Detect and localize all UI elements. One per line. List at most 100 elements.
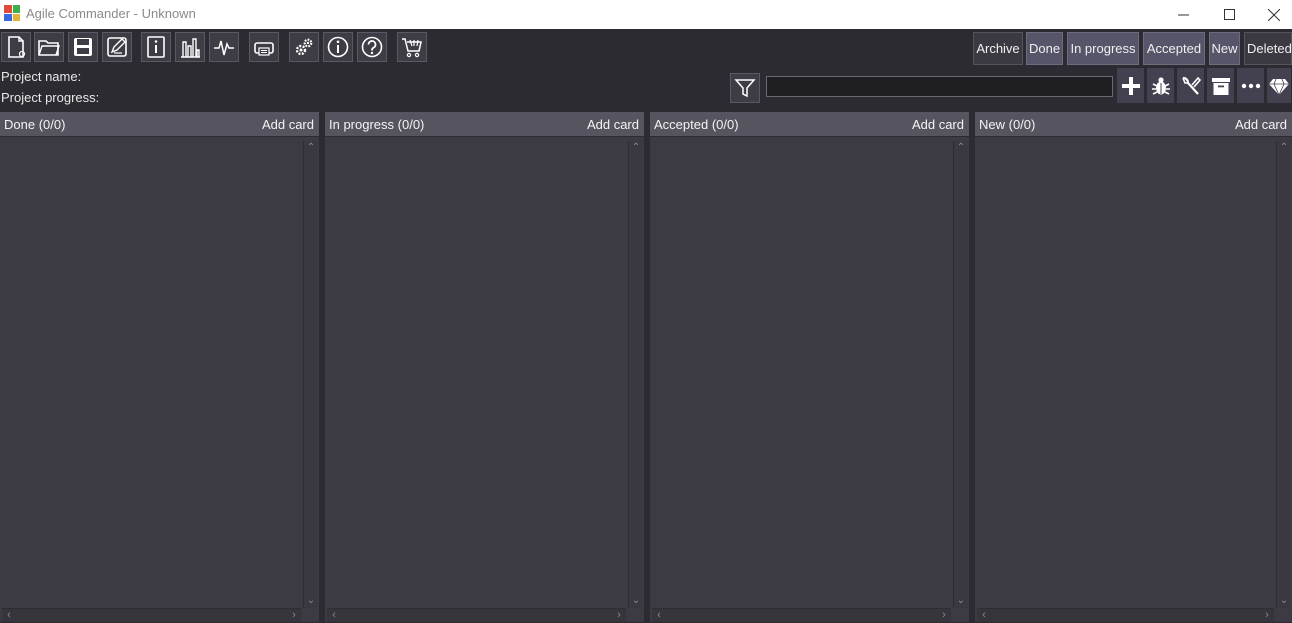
add-maintenance-button[interactable] (1176, 67, 1205, 104)
vertical-scrollbar[interactable]: ⌃ ⌄ (953, 141, 967, 608)
new-file-button[interactable] (1, 32, 31, 62)
filter-archive-button[interactable]: Archive (973, 32, 1023, 65)
column-header: Accepted (0/0) Add card (650, 112, 969, 136)
add-card-button[interactable]: Add card (1235, 117, 1287, 132)
filter-deleted-button[interactable]: Deleted (1244, 32, 1292, 65)
tools-icon (1181, 76, 1201, 95)
scroll-left-icon[interactable]: ‹ (327, 609, 341, 623)
add-card-button[interactable]: Add card (587, 117, 639, 132)
shop-cart-icon (402, 38, 422, 58)
vertical-scrollbar[interactable]: ⌃ ⌄ (628, 141, 642, 608)
vertical-scrollbar[interactable]: ⌃ ⌄ (303, 141, 317, 608)
add-card-button[interactable]: Add card (262, 117, 314, 132)
settings-button[interactable] (289, 32, 319, 62)
save-button[interactable] (68, 32, 98, 62)
scroll-left-icon[interactable]: ‹ (977, 609, 991, 623)
scroll-down-icon[interactable]: ⌄ (954, 594, 968, 608)
diamond-icon (1269, 78, 1289, 96)
scroll-right-icon[interactable]: › (937, 609, 951, 623)
column-header: Done (0/0) Add card (0, 112, 319, 136)
edit-icon (107, 37, 127, 57)
column-title: In progress (0/0) (329, 117, 425, 132)
open-file-button[interactable] (34, 32, 64, 62)
help-button[interactable] (357, 32, 387, 62)
vertical-scrollbar[interactable]: ⌃ ⌄ (1276, 141, 1290, 608)
scroll-down-icon[interactable]: ⌄ (1277, 594, 1291, 608)
board-column-accepted: Accepted (0/0) Add card ⌃ ⌄ ‹ › (650, 112, 969, 622)
statistics-button[interactable] (175, 32, 205, 62)
activity-button[interactable] (209, 32, 239, 62)
column-title: Accepted (0/0) (654, 117, 739, 132)
column-header: New (0/0) Add card (975, 112, 1292, 136)
plus-icon (1121, 76, 1140, 95)
minimize-button[interactable] (1160, 0, 1206, 29)
column-card-list[interactable]: ⌃ ⌄ ‹ › (0, 136, 319, 622)
about-button[interactable] (323, 32, 353, 62)
scroll-up-icon[interactable]: ⌃ (954, 141, 968, 155)
new-file-icon (8, 36, 26, 58)
column-header: In progress (0/0) Add card (325, 112, 644, 136)
open-folder-icon (38, 40, 60, 56)
close-button[interactable] (1251, 0, 1292, 29)
column-title: Done (0/0) (4, 117, 66, 132)
add-other-button[interactable] (1236, 67, 1265, 104)
title-bar: Agile Commander - Unknown (0, 0, 1292, 29)
more-icon (1241, 83, 1260, 88)
filter-button[interactable] (730, 73, 760, 103)
funnel-icon (734, 79, 756, 98)
info-page-icon (147, 36, 165, 58)
app-logo-icon (4, 5, 20, 21)
project-progress-label: Project progress: (1, 90, 100, 105)
board-column-in-progress: In progress (0/0) Add card ⌃ ⌄ ‹ › (325, 112, 644, 622)
scroll-right-icon[interactable]: › (287, 609, 301, 623)
close-icon (1268, 8, 1280, 21)
scroll-up-icon[interactable]: ⌃ (304, 141, 318, 155)
bar-chart-icon (181, 38, 200, 58)
toolbar: Project name: Project progress: Archive … (0, 29, 1292, 112)
horizontal-scrollbar[interactable]: ‹ › (327, 608, 626, 622)
shop-button[interactable] (397, 32, 427, 62)
project-name-label: Project name: (1, 69, 82, 84)
scroll-right-icon[interactable]: › (1260, 609, 1274, 623)
help-icon (361, 36, 383, 58)
scroll-left-icon[interactable]: ‹ (652, 609, 666, 623)
maximize-button[interactable] (1206, 0, 1252, 29)
archive-box-icon (1211, 77, 1230, 95)
add-premium-button[interactable] (1266, 67, 1292, 104)
add-card-button[interactable]: Add card (912, 117, 964, 132)
scroll-right-icon[interactable]: › (612, 609, 626, 623)
filter-new-button[interactable]: New (1209, 32, 1240, 65)
horizontal-scrollbar[interactable]: ‹ › (2, 608, 301, 622)
horizontal-scrollbar[interactable]: ‹ › (652, 608, 951, 622)
add-feature-button[interactable] (1116, 67, 1145, 104)
bug-icon (1151, 76, 1170, 95)
pulse-icon (214, 40, 234, 56)
column-card-list[interactable]: ⌃ ⌄ ‹ › (975, 136, 1292, 622)
scroll-down-icon[interactable]: ⌄ (304, 594, 318, 608)
search-input[interactable] (766, 76, 1113, 97)
add-task-button[interactable] (1206, 67, 1235, 104)
window-title: Agile Commander - Unknown (26, 6, 196, 21)
settings-gears-icon (295, 38, 313, 56)
filter-accepted-button[interactable]: Accepted (1143, 32, 1205, 65)
scroll-up-icon[interactable]: ⌃ (629, 141, 643, 155)
filter-in-progress-button[interactable]: In progress (1067, 32, 1139, 65)
minimize-icon (1177, 14, 1189, 16)
print-button[interactable] (249, 32, 279, 62)
edit-button[interactable] (102, 32, 132, 62)
info-page-button[interactable] (141, 32, 171, 62)
board-column-done: Done (0/0) Add card ⌃ ⌄ ‹ › (0, 112, 319, 622)
maximize-icon (1223, 9, 1235, 20)
scroll-up-icon[interactable]: ⌃ (1277, 141, 1291, 155)
board-column-new: New (0/0) Add card ⌃ ⌄ ‹ › (975, 112, 1292, 622)
save-icon (74, 38, 92, 56)
column-title: New (0/0) (979, 117, 1036, 132)
print-icon (254, 42, 274, 56)
column-card-list[interactable]: ⌃ ⌄ ‹ › (325, 136, 644, 622)
column-card-list[interactable]: ⌃ ⌄ ‹ › (650, 136, 969, 622)
scroll-down-icon[interactable]: ⌄ (629, 594, 643, 608)
add-bug-button[interactable] (1146, 67, 1175, 104)
filter-done-button[interactable]: Done (1026, 32, 1063, 65)
horizontal-scrollbar[interactable]: ‹ › (977, 608, 1274, 622)
scroll-left-icon[interactable]: ‹ (2, 609, 16, 623)
